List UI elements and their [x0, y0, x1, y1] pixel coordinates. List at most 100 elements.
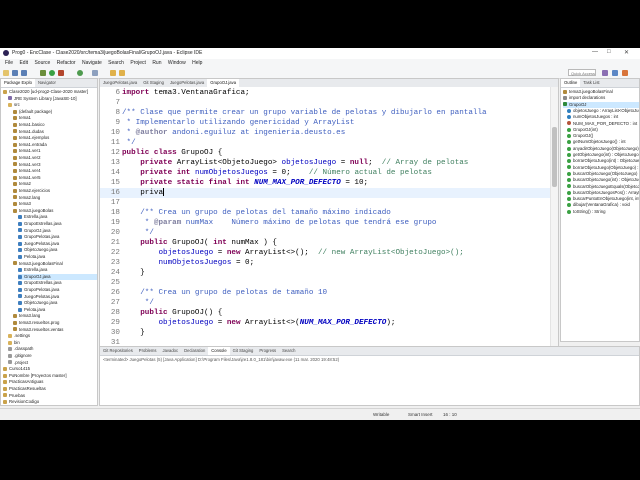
outline-item[interactable]: borrarObjetoJuego(ObjetoJuego) : int: [567, 165, 639, 171]
console-tab[interactable]: Search: [279, 347, 298, 355]
debug-perspective-icon[interactable]: [612, 70, 618, 76]
tree-item[interactable]: RevisionCodigo: [3, 399, 39, 405]
new-icon[interactable]: [3, 70, 9, 76]
tree-item[interactable]: GrupoOJ.java: [18, 273, 97, 280]
outline-item[interactable]: buscarObjetoJuego(int) : ObjetoJuego: [567, 177, 639, 183]
tree-item[interactable]: Pruebas: [3, 393, 25, 399]
tree-item[interactable]: PoNombre [Proyectos master]: [3, 373, 67, 379]
menu-file[interactable]: File: [5, 60, 13, 66]
tree-item[interactable]: GrupoPelotas.java: [18, 287, 59, 293]
tree-item[interactable]: tema1.dudas: [13, 129, 44, 135]
tree-item[interactable]: GrupoEstrellas.java: [18, 221, 62, 227]
quick-access-input[interactable]: Quick Access: [568, 69, 596, 76]
menu-source[interactable]: Source: [34, 60, 50, 66]
console-tab[interactable]: Git Repositories: [100, 347, 136, 355]
tree-item[interactable]: GrupoOJ.java: [18, 228, 51, 234]
tree-item[interactable]: Curso1415: [3, 366, 30, 372]
tree-item[interactable]: .project: [8, 360, 28, 366]
tree-item[interactable]: tema1.ver3: [13, 162, 41, 168]
tree-item[interactable]: JRE System Library [JavaSE-10]: [8, 96, 77, 102]
tree-item[interactable]: Estrella.java: [18, 214, 47, 220]
search-icon[interactable]: [92, 70, 98, 76]
outline-item[interactable]: GrupoOJ: [563, 101, 639, 108]
outline-item[interactable]: anyadirObjetoJuego(ObjetoJuego) : boolea…: [567, 146, 639, 152]
menu-help[interactable]: Help: [192, 60, 202, 66]
menu-window[interactable]: Window: [168, 60, 186, 66]
outline-item[interactable]: borrarObjetoJuego(int) : ObjetoJuego: [567, 158, 639, 164]
tree-item[interactable]: tema1.ver2: [13, 155, 41, 161]
tree-item[interactable]: PracticasResueltas: [3, 386, 46, 392]
coverage-icon[interactable]: [58, 70, 64, 76]
tree-item[interactable]: tema3.resueltos.ventas: [13, 327, 63, 333]
tree-item[interactable]: ObjetoJuego.java: [18, 247, 57, 253]
tree-item[interactable]: PracticasAntiguas: [3, 379, 43, 385]
tree-item[interactable]: tema1: [13, 115, 31, 121]
outline-item[interactable]: GrupoOJ(int): [567, 127, 598, 133]
console-tab[interactable]: Problems: [136, 347, 160, 355]
outline-item[interactable]: buscarObjetoJuegoEquals(ObjetoJuego): [567, 184, 639, 190]
outline-item[interactable]: buscarObjetosJuegosPos() : ArrayList: [567, 190, 639, 196]
tree-item[interactable]: Estrella.java: [18, 267, 47, 273]
tree-item[interactable]: tema1.ver1: [13, 148, 41, 154]
tree-item[interactable]: JuegoPelotas.java: [18, 294, 59, 300]
menu-run[interactable]: Run: [152, 60, 161, 66]
editor-scroll-thumb[interactable]: [552, 127, 557, 187]
editor-tab[interactable]: JuegoPelotas.java: [100, 79, 140, 87]
tree-item[interactable]: tema2.lang: [13, 195, 40, 201]
tree-item[interactable]: (default package): [13, 109, 52, 115]
tree-item[interactable]: .settings: [8, 333, 30, 339]
tree-item[interactable]: .classpath: [8, 346, 33, 352]
forward-icon[interactable]: [119, 70, 125, 76]
tree-item[interactable]: tema3: [13, 201, 31, 207]
outline-item[interactable]: dibujar(VentanaGrafica) : void: [567, 202, 630, 208]
git-perspective-icon[interactable]: [622, 70, 628, 76]
save-all-icon[interactable]: [21, 70, 27, 76]
outline-item[interactable]: buscarPuntoEnObjetoJuego(int, int): [567, 196, 639, 202]
close-button[interactable]: ✕: [624, 49, 629, 56]
menu-refactor[interactable]: Refactor: [57, 60, 76, 66]
outline-item[interactable]: getObjetoJuego(int) : ObjetoJuego: [567, 152, 639, 158]
outline-item[interactable]: toString() : String: [567, 209, 605, 215]
tree-item[interactable]: tema3.lang: [13, 313, 40, 319]
new-class-icon[interactable]: [77, 70, 83, 76]
tree-item[interactable]: bin: [8, 340, 20, 346]
outline-item[interactable]: numObjetosJuegos : int: [567, 114, 618, 120]
menu-project[interactable]: Project: [130, 60, 146, 66]
tab-task-list[interactable]: Task List: [580, 79, 602, 87]
console-tab[interactable]: Console: [208, 347, 230, 355]
tree-item[interactable]: tema3.resueltos.prog: [13, 320, 59, 326]
outline-item[interactable]: import declarations: [563, 95, 605, 101]
debug-icon[interactable]: [40, 70, 46, 76]
tree-item[interactable]: tema3.juegoBolasFinal: [13, 261, 63, 267]
console-tab[interactable]: Declaration: [181, 347, 208, 355]
menu-edit[interactable]: Edit: [19, 60, 28, 66]
outline-item[interactable]: tema3.juegoBolasFinal: [563, 89, 613, 95]
tree-item[interactable]: ObjetoJuego.java: [18, 300, 57, 306]
outline-item[interactable]: objetosJuego : ArrayList<ObjetoJuego>: [567, 108, 639, 114]
console-tab[interactable]: Git Staging: [230, 347, 257, 355]
tree-item[interactable]: JuegoPelotas.java: [18, 241, 59, 247]
tree-item[interactable]: src: [8, 102, 20, 108]
tree-item[interactable]: tema3.juegoBolas: [13, 208, 53, 214]
menu-search[interactable]: Search: [108, 60, 124, 66]
tree-item[interactable]: GrupoPelotas.java: [18, 234, 59, 240]
console-tab[interactable]: Progress: [256, 347, 279, 355]
tree-item[interactable]: tema1.basico: [13, 122, 45, 128]
tree-item[interactable]: Pelota.java: [18, 254, 45, 260]
java-perspective-icon[interactable]: [602, 70, 608, 76]
tree-item[interactable]: Clase2020 [ud-prog2-Clase-2020 master]: [3, 89, 88, 95]
tab-package-explorer[interactable]: Package Explo: [1, 79, 35, 87]
editor-tab[interactable]: GrupoOJ.java: [207, 79, 240, 87]
minimize-button[interactable]: —: [592, 49, 598, 55]
tree-item[interactable]: .gitignore: [8, 353, 32, 359]
save-icon[interactable]: [12, 70, 18, 76]
outline-item[interactable]: NUM_MAX_POR_DEFECTO : int: [567, 121, 637, 127]
outline-item[interactable]: GrupoOJ(): [567, 133, 593, 139]
run-icon[interactable]: [49, 70, 55, 76]
tree-item[interactable]: tema1.ver4: [13, 168, 41, 174]
tree-item[interactable]: tema1.ejemplos: [13, 135, 49, 141]
tree-item[interactable]: tema1.ver5: [13, 175, 41, 181]
outline-item[interactable]: buscarObjetoJuego(ObjetoJuego) : int: [567, 171, 639, 177]
tree-item[interactable]: GrupoEstrellas.java: [18, 280, 62, 286]
console-tab[interactable]: Javadoc: [159, 347, 181, 355]
